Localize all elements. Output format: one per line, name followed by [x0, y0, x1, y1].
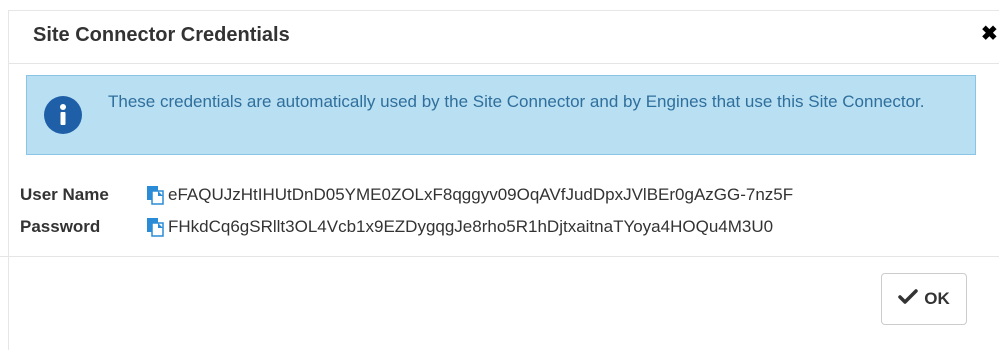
info-icon [44, 96, 82, 134]
dialog-footer [0, 256, 999, 257]
check-icon [898, 288, 918, 310]
password-label: Password [20, 217, 101, 236]
copy-icon[interactable] [146, 185, 164, 205]
user-name-value: eFAQUJzHtIHUtDnD05YME0ZOLxF8qggyv09OqAVf… [168, 185, 794, 204]
dialog-title: Site Connector Credentials [33, 24, 290, 46]
user-name-row: User Name eFAQUJzHtIHUtDnD05YME0ZOLxF8qg… [20, 185, 793, 205]
dialog-header: Site Connector Credentials ✖ [9, 11, 999, 64]
close-icon[interactable]: ✖ [981, 24, 998, 44]
ok-label: OK [924, 289, 950, 308]
credentials-dialog: Site Connector Credentials ✖ [8, 10, 999, 350]
password-value: FHkdCq6gSRllt3OL4Vcb1x9EZDygqgJe8rho5R1h… [168, 217, 774, 236]
password-row: Password FHkdCq6gSRllt3OL4Vcb1x9EZDygqgJ… [20, 217, 773, 237]
ok-button[interactable]: OK [881, 273, 967, 325]
copy-icon[interactable] [146, 217, 164, 237]
info-alert: These credentials are automatically used… [26, 75, 976, 155]
info-message: These credentials are automatically used… [108, 92, 925, 111]
user-name-label: User Name [20, 185, 109, 204]
